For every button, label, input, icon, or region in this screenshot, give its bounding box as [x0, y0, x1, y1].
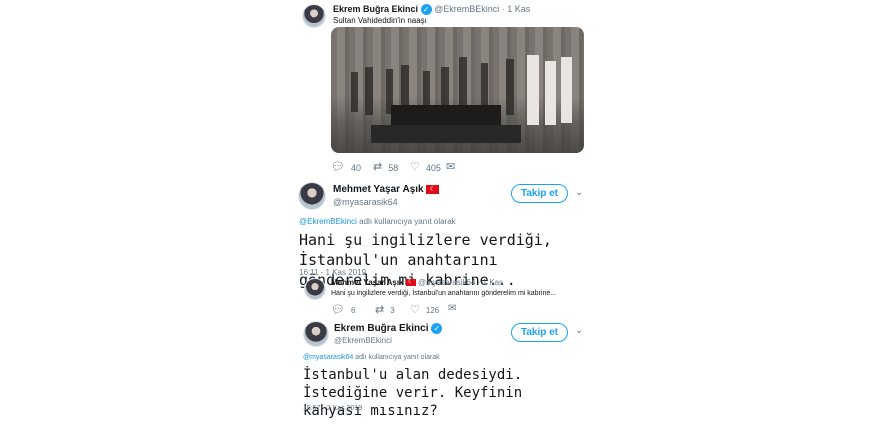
- tweet-text: Sultan Vahideddin'in naaşı: [333, 16, 427, 25]
- turkey-flag-icon: ☾: [405, 279, 416, 287]
- reply-to-user[interactable]: @EkremBEkinci: [299, 217, 357, 226]
- tweet-time[interactable]: · 1 Kas: [478, 278, 503, 287]
- verified-icon: ✓: [420, 4, 432, 16]
- reply-to-label: adlı kullanıcıya yanıt olarak: [359, 217, 456, 226]
- tweet-header: Ekrem Buğra Ekinci ✓ @EkremBEkinci · 1 K…: [333, 4, 531, 16]
- heart-icon: ♡: [410, 304, 420, 316]
- retweet-count: 3: [390, 306, 395, 315]
- author-name[interactable]: Ekrem Buğra Ekinci: [333, 4, 418, 14]
- retweet-action[interactable]: ⇄ 3: [375, 305, 395, 316]
- follow-button[interactable]: Takip et: [511, 184, 568, 203]
- dm-icon[interactable]: ✉: [446, 160, 455, 173]
- reply-count: 6: [350, 306, 356, 315]
- like-action[interactable]: ♡ 126: [410, 305, 439, 316]
- reply-icon: 💬︎: [331, 304, 345, 316]
- tweet-timestamp[interactable]: 16:11 - 1 Kas 2019: [299, 268, 366, 277]
- reply-count: 40: [350, 162, 361, 173]
- tweet-photo[interactable]: [331, 27, 584, 153]
- author-handle[interactable]: @myasarasik64: [418, 278, 475, 287]
- avatar[interactable]: [304, 278, 326, 300]
- retweet-count: 58: [388, 162, 399, 173]
- avatar[interactable]: [303, 321, 329, 347]
- turkey-flag-icon: ☾: [426, 184, 440, 194]
- author-name[interactable]: Mehmet Yaşar Aşık: [331, 278, 403, 287]
- author-handle[interactable]: @myasarasik64: [333, 197, 398, 207]
- like-action[interactable]: ♡ 405: [410, 162, 441, 173]
- retweet-icon: ⇄: [373, 161, 383, 173]
- reply-action[interactable]: 💬︎ 6: [331, 305, 355, 316]
- photo-content: [331, 27, 584, 153]
- author-name[interactable]: Ekrem Buğra Ekinci: [334, 323, 428, 334]
- tweet-text: Hani şu ingilizlere verdiği, İstanbul'un…: [331, 290, 557, 297]
- reply-icon: 💬︎: [331, 161, 345, 173]
- retweet-icon: ⇄: [375, 304, 385, 316]
- author-handle[interactable]: @EkremBEkinci: [434, 4, 499, 14]
- reply-to-label: adlı kullanıcıya yanıt olarak: [355, 354, 440, 361]
- tweet-header: Mehmet Yaşar Aşık ☾ @myasarasik64 · 1 Ka…: [331, 278, 503, 287]
- retweet-action[interactable]: ⇄ 58: [373, 162, 398, 173]
- verified-icon: ✓: [431, 323, 443, 334]
- tweet-timestamp[interactable]: 15:57 - 2 Kas 2019: [303, 405, 362, 412]
- follow-button[interactable]: Takip et: [511, 323, 568, 342]
- tweet-time[interactable]: · 1 Kas: [502, 4, 531, 14]
- like-count: 126: [425, 306, 440, 315]
- author-handle[interactable]: @EkremBEkinci: [334, 336, 392, 345]
- chevron-down-icon[interactable]: ⌄: [575, 187, 583, 198]
- author-row: Ekrem Buğra Ekinci ✓: [334, 323, 443, 334]
- reply-context: @myasarasik64 adlı kullanıcıya yanıt ola…: [303, 354, 440, 361]
- reply-context: @EkremBEkinci adlı kullanıcıya yanıt ola…: [299, 217, 456, 226]
- chevron-down-icon[interactable]: ⌄: [575, 325, 583, 336]
- author-name[interactable]: Mehmet Yaşar Aşık: [333, 184, 424, 195]
- dm-icon[interactable]: ✉: [448, 303, 456, 314]
- avatar[interactable]: [298, 182, 326, 210]
- author-row: Mehmet Yaşar Aşık ☾: [333, 184, 440, 195]
- avatar[interactable]: [302, 4, 326, 28]
- like-count: 405: [425, 162, 441, 173]
- heart-icon: ♡: [410, 161, 420, 173]
- reply-action[interactable]: 💬︎ 40: [331, 162, 361, 173]
- reply-to-user[interactable]: @myasarasik64: [303, 354, 353, 361]
